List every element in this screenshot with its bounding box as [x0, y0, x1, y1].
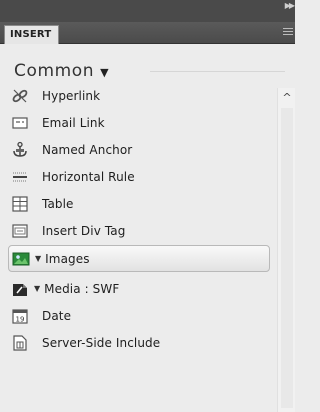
dropdown-arrow-icon[interactable]: ▼ [35, 254, 41, 263]
horizontal-rule-icon [10, 167, 30, 187]
server-side-include-icon [10, 333, 30, 353]
scroll-up-arrow-icon[interactable]: ^ [278, 88, 296, 106]
insert-item-email-link[interactable]: Email Link [10, 109, 268, 136]
vertical-scrollbar[interactable]: ^ [277, 88, 295, 412]
collapse-panel-icon[interactable]: ▶▶ [285, 1, 295, 10]
tab-bar: INSERT [0, 22, 295, 44]
item-label: Server-Side Include [42, 335, 161, 350]
item-label: Email Link [42, 115, 105, 130]
hyperlink-icon [10, 86, 30, 106]
item-label: Named Anchor [42, 142, 133, 157]
insert-item-images[interactable]: ▼ Images [8, 245, 270, 272]
item-label: Horizontal Rule [42, 169, 135, 184]
dropdown-arrow-icon[interactable]: ▼ [34, 284, 40, 293]
chevron-down-icon: ▼ [100, 65, 109, 79]
insert-item-horizontal-rule[interactable]: Horizontal Rule [10, 163, 268, 190]
insert-item-hyperlink[interactable]: Hyperlink [10, 82, 268, 109]
panel-title-bar: ▶▶ [0, 0, 295, 22]
item-label: Date [42, 308, 72, 323]
insert-item-date[interactable]: 19 Date [10, 302, 268, 329]
date-icon: 19 [10, 306, 30, 326]
category-label: Common [14, 61, 95, 81]
panel-menu-icon[interactable] [283, 28, 293, 38]
insert-item-server-side-include[interactable]: Server-Side Include [10, 329, 268, 356]
media-swf-icon [10, 279, 30, 299]
insert-item-list: Hyperlink Email Link Named Anchor Horizo… [0, 82, 270, 412]
div-tag-icon [10, 221, 30, 241]
insert-item-media-swf[interactable]: ▼ Media : SWF [10, 275, 268, 302]
named-anchor-icon [10, 140, 30, 160]
category-row: Common ▼ [0, 58, 295, 84]
tab-insert[interactable]: INSERT [4, 25, 59, 44]
images-icon [11, 249, 31, 269]
item-label: Table [42, 196, 74, 211]
scroll-track[interactable] [281, 108, 293, 408]
insert-item-div-tag[interactable]: Insert Div Tag [10, 217, 268, 244]
divider [150, 71, 285, 72]
category-dropdown[interactable]: Common ▼ [14, 60, 109, 82]
item-label: Images [45, 251, 90, 266]
insert-panel: Common ▼ Hyperlink Email Link Named Anch… [0, 44, 295, 412]
insert-item-table[interactable]: Table [10, 190, 268, 217]
insert-item-named-anchor[interactable]: Named Anchor [10, 136, 268, 163]
item-label: Insert Div Tag [42, 223, 126, 238]
table-icon [10, 194, 30, 214]
email-link-icon [10, 113, 30, 133]
date-icon-number: 19 [16, 315, 25, 323]
item-label: Media : SWF [44, 281, 120, 296]
item-label: Hyperlink [42, 88, 101, 103]
